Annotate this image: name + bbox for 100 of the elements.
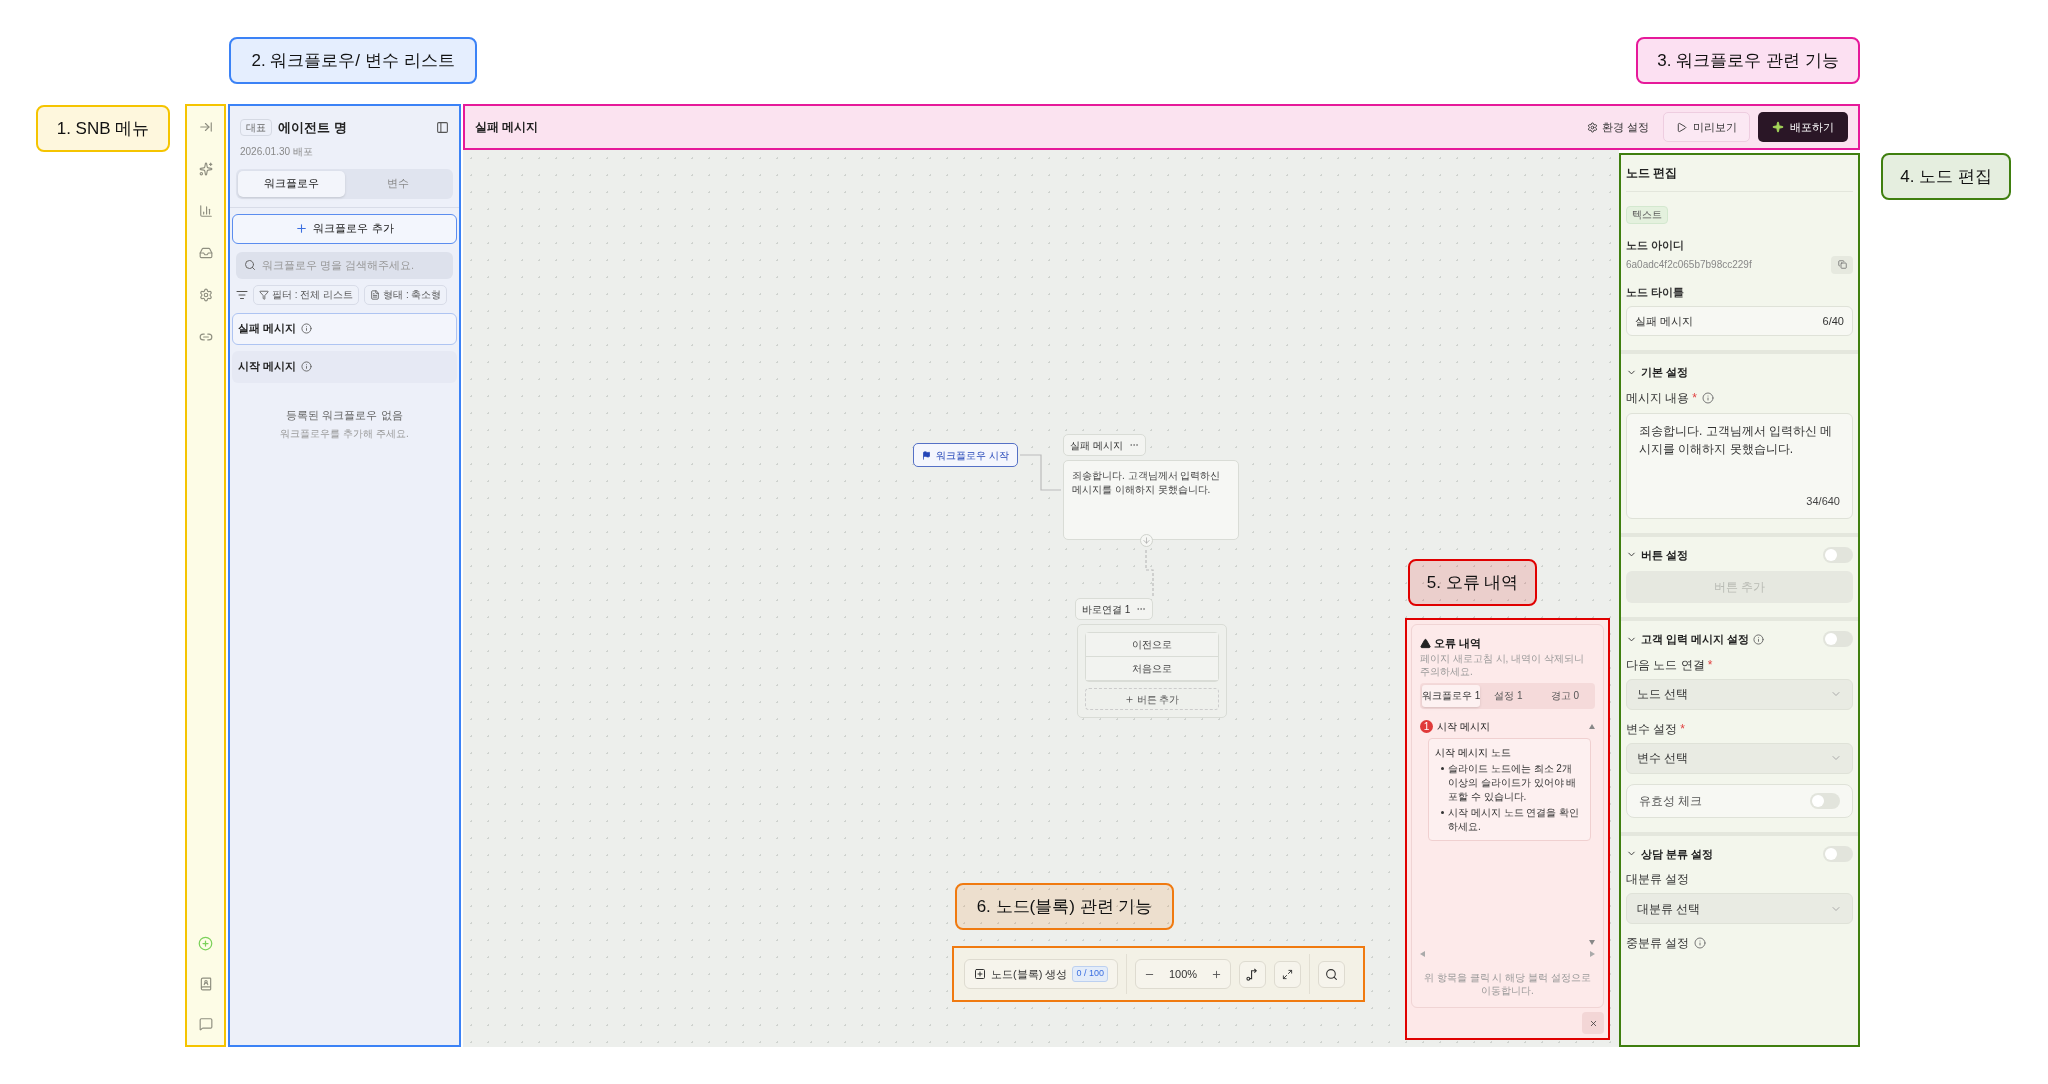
tab[interactable]: 워크플로우 1 (1422, 684, 1481, 707)
search-icon (244, 258, 256, 271)
tab[interactable]: 워크플로우 (238, 170, 345, 197)
workflow-item[interactable]: 시작 메시지 (232, 350, 457, 383)
node-title-tab[interactable]: 바로연결 1 (1075, 598, 1154, 620)
button-node[interactable]: 이전으로 처음으로 버튼 추가 (1077, 624, 1227, 718)
fit-screen-button[interactable] (1274, 960, 1302, 988)
sort-icon[interactable] (236, 288, 248, 301)
add-workflow-button[interactable]: 워크플로우 추가 (232, 213, 457, 244)
node-name: 시작 메시지 노드 (1435, 745, 1512, 760)
plus-icon (1124, 694, 1134, 704)
message-node[interactable]: 죄송합니다. 고객님께서 입력하신 메시지를 이해하지 못했습니다. (1063, 460, 1239, 540)
panel-title: 노드 편집 (1626, 165, 1679, 182)
scroll-left-icon[interactable] (1420, 951, 1425, 957)
search-button[interactable] (1318, 960, 1346, 988)
add-node-icon (974, 968, 986, 980)
document-icon (370, 289, 381, 300)
tab[interactable]: 경고 0 (1536, 684, 1593, 707)
play-icon (1676, 121, 1687, 133)
chat-icon[interactable] (198, 1017, 213, 1031)
character-counter: 6/40 (1822, 313, 1844, 329)
section-title: 기본 설정 (1641, 365, 1689, 380)
error-title[interactable]: 시작 메시지 (1437, 718, 1490, 734)
flag-icon (922, 450, 931, 460)
panel-subtitle: 페이지 새로고침 시, 내역이 삭제되니 주의하세요. (1420, 651, 1585, 678)
info-icon[interactable] (1694, 937, 1707, 949)
connector-line (1019, 454, 1062, 491)
node-title-field[interactable]: 실패 메시지 6/40 (1626, 306, 1853, 336)
field-label: 변수 설정 (1626, 720, 1678, 738)
panel-toggle-icon[interactable] (436, 121, 449, 135)
character-counter: 34/640 (1806, 494, 1840, 509)
route-button[interactable] (1239, 960, 1267, 988)
toggle-switch[interactable] (1823, 631, 1853, 648)
toggle-switch[interactable] (1823, 546, 1853, 563)
create-node-button[interactable]: 노드(블록) 생성 0 / 100 (964, 959, 1118, 989)
search-icon (1325, 967, 1339, 981)
add-button-button[interactable]: 버튼 추가 (1085, 688, 1219, 710)
field-label: 대분류 설정 (1626, 871, 1690, 888)
annotation-label: 1. SNB 메뉴 (36, 105, 170, 152)
section-title: 상담 분류 설정 (1641, 846, 1714, 862)
error-detail-card[interactable]: 시작 메시지 노드 슬라이드 노드에는 최소 2개 이상의 슬라이드가 있어야 배포할 수 있습니다. 시작 메시지 노드 연결을 확인하세요. (1428, 737, 1591, 841)
panel-title: 오류 내역 (1434, 636, 1482, 651)
required-mark: * (1692, 389, 1697, 407)
annotation-label: 6. 노드(블록) 관련 기능 (955, 883, 1174, 930)
node-message: 죄송합니다. 고객님께서 입력하신 메시지를 이해하지 못했습니다. (1072, 469, 1222, 497)
node-type-tag: 텍스트 (1626, 206, 1668, 224)
field-label: 다음 노드 연결 (1626, 656, 1705, 674)
deploy-date: 2026.01.30 배포 (240, 144, 314, 159)
filter-chip[interactable]: 형태 : 축소형 (364, 284, 448, 305)
expand-icon (1282, 968, 1294, 980)
expand-icon[interactable] (198, 120, 213, 134)
sparkles-icon[interactable] (198, 162, 213, 176)
zoom-in-icon[interactable] (1211, 968, 1223, 980)
field-label: 메시지 내용 (1626, 389, 1690, 407)
deploy-button[interactable]: 배포하기 (1758, 112, 1848, 142)
select-field[interactable]: 변수 선택 (1626, 742, 1853, 774)
toggle-switch[interactable] (1823, 845, 1853, 862)
select-field[interactable]: 대분류 선택 (1626, 893, 1853, 924)
message-textarea[interactable]: 죄송합니다. 고객님께서 입력하신 메시지를 이해하지 못했습니다. 34/640 (1626, 412, 1853, 519)
preview-button[interactable]: 미리보기 (1663, 112, 1750, 142)
badge: 대표 (240, 119, 272, 137)
select-field[interactable]: 노드 선택 (1626, 678, 1853, 710)
settings-icon[interactable] (198, 288, 213, 302)
close-icon (1588, 1018, 1598, 1028)
node-button[interactable]: 이전으로 (1086, 633, 1218, 657)
tab[interactable]: 설정 1 (1480, 684, 1537, 707)
info-icon[interactable] (301, 323, 313, 334)
node-button[interactable]: 처음으로 (1086, 657, 1218, 681)
panel-footer-hint: 위 항목을 클릭 시 해당 블럭 설정으로 이동합니다. (1423, 971, 1592, 997)
filter-chip[interactable]: 필터 : 전체 리스트 (253, 284, 360, 305)
route-icon (1246, 967, 1260, 981)
toggle-label: 유효성 체크 (1639, 792, 1703, 810)
annotation-label: 4. 노드 편집 (1881, 153, 2011, 200)
required-mark: * (1680, 720, 1685, 738)
required-mark: * (1707, 656, 1713, 674)
scroll-up-icon[interactable] (1589, 723, 1595, 729)
plus-icon (295, 222, 309, 235)
toggle-switch[interactable] (1810, 792, 1840, 809)
info-icon[interactable] (1753, 633, 1765, 645)
search-field[interactable]: 워크플로우 명을 검색해주세요. (236, 251, 453, 279)
error-message: 시작 메시지 노드 연결을 확인하세요. (1448, 805, 1581, 834)
info-icon[interactable] (301, 361, 313, 372)
copy-button[interactable] (1831, 255, 1853, 274)
scroll-right-icon[interactable] (1590, 951, 1595, 957)
add-icon[interactable] (198, 936, 213, 951)
start-node[interactable]: 워크플로우 시작 (913, 443, 1018, 467)
funnel-icon (259, 289, 269, 300)
section-title: 버튼 설정 (1641, 547, 1689, 563)
contact-book-icon[interactable] (198, 977, 213, 991)
link-icon[interactable] (198, 330, 213, 344)
workflow-item[interactable]: 실패 메시지 (232, 312, 457, 345)
section-title: 고객 입력 메시지 설정 (1641, 632, 1750, 647)
workflow-name: 실패 메시지 (238, 321, 297, 337)
info-icon[interactable] (1702, 391, 1714, 404)
bar-chart-icon[interactable] (198, 204, 213, 218)
node-title-tab[interactable]: 실패 메시지 (1063, 434, 1146, 456)
inbox-icon[interactable] (198, 246, 213, 260)
scroll-down-icon[interactable] (1589, 940, 1595, 945)
settings-button[interactable]: 환경 설정 (1580, 112, 1655, 142)
connector-line (1145, 549, 1154, 598)
